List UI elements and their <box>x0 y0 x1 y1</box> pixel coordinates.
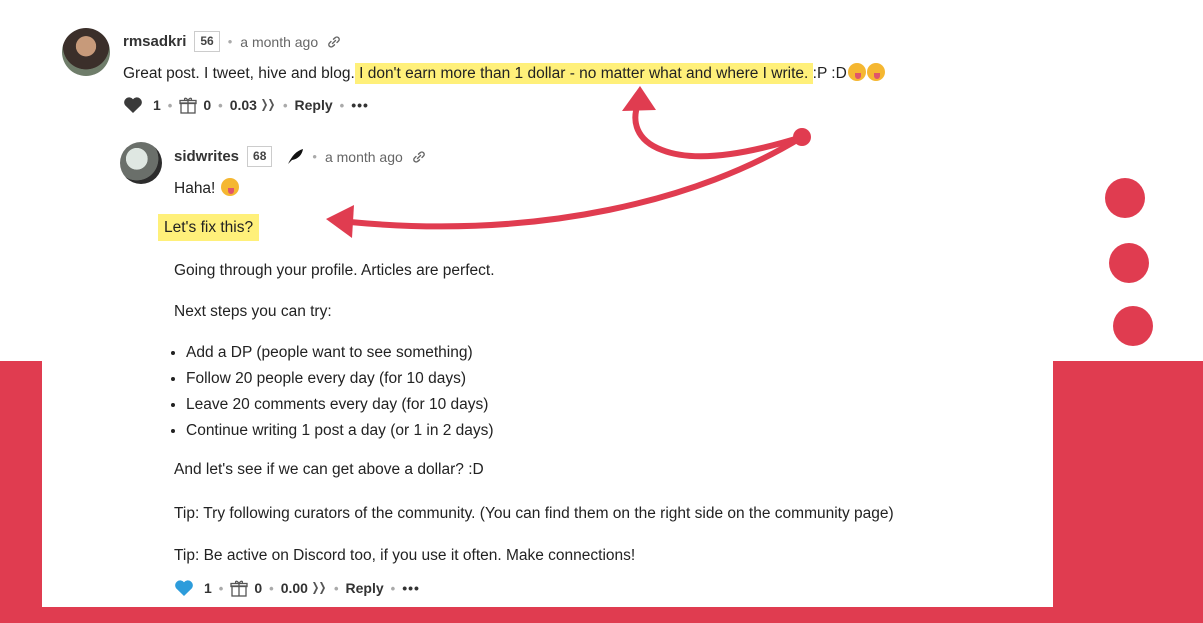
reply-greeting: Haha! <box>174 178 239 198</box>
tongue-wink-emoji-icon <box>220 178 239 196</box>
vote-count[interactable]: 1 <box>153 97 161 113</box>
avatar[interactable] <box>62 28 110 76</box>
separator: • <box>312 149 317 164</box>
gift-count: 0 <box>254 580 263 596</box>
list-item: Leave 20 comments every day (for 10 days… <box>186 392 494 418</box>
reply-header: sidwrites 68 • a month ago <box>174 146 427 167</box>
comment-body: Great post. I tweet, hive and blog. I do… <box>123 63 885 84</box>
payout-amount[interactable]: 0.00 <box>281 580 308 596</box>
separator: • <box>218 97 223 113</box>
quill-icon <box>288 148 304 164</box>
decorative-dot <box>1105 178 1145 218</box>
separator: • <box>227 34 233 49</box>
comment-text: Great post. I tweet, hive and blog. <box>123 65 355 82</box>
comment-header: rmsadkri 56 • a month ago <box>123 31 342 52</box>
hive-icon <box>312 582 325 594</box>
hive-icon <box>261 99 274 111</box>
payout-amount[interactable]: 0.03 <box>230 97 257 113</box>
reputation-badge: 56 <box>194 31 220 52</box>
permalink-icon[interactable] <box>326 34 342 50</box>
vote-count[interactable]: 1 <box>204 580 212 596</box>
reputation-badge: 68 <box>247 146 273 167</box>
decorative-dot <box>1109 243 1149 283</box>
reply-actions: 1 • 0 • 0.00 • Reply • ••• <box>174 579 420 597</box>
more-options-button[interactable]: ••• <box>351 97 369 113</box>
steps-list: Add a DP (people want to see something) … <box>164 340 494 444</box>
list-item: Continue writing 1 post a day (or 1 in 2… <box>186 418 494 444</box>
comment-actions: 1 • 0 • 0.03 • Reply • ••• <box>123 96 369 114</box>
permalink-icon[interactable] <box>411 149 427 165</box>
author-name[interactable]: sidwrites <box>174 148 239 165</box>
separator: • <box>167 97 173 113</box>
gift-count: 0 <box>203 97 212 113</box>
highlighted-question: Let's fix this? <box>158 214 260 241</box>
reply-paragraph: Going through your profile. Articles are… <box>174 262 495 279</box>
list-item: Follow 20 people every day (for 10 days) <box>186 366 494 392</box>
list-item: Add a DP (people want to see something) <box>186 340 494 366</box>
author-name[interactable]: rmsadkri <box>123 33 186 50</box>
highlighted-text: I don't earn more than 1 dollar - no mat… <box>354 63 813 84</box>
avatar[interactable] <box>120 142 162 184</box>
reply-paragraph: Tip: Try following curators of the commu… <box>174 505 894 522</box>
timestamp[interactable]: a month ago <box>325 149 403 165</box>
reply-paragraph: Tip: Be active on Discord too, if you us… <box>174 547 636 564</box>
separator: • <box>333 580 339 596</box>
reply-button[interactable]: Reply <box>295 97 333 113</box>
heart-icon[interactable] <box>123 96 143 114</box>
more-options-button[interactable]: ••• <box>402 580 420 596</box>
separator: • <box>282 97 288 113</box>
tongue-wink-emoji-icon <box>866 63 885 81</box>
comment-text-tail: :P :D <box>812 65 847 82</box>
gift-icon[interactable] <box>230 579 249 597</box>
heart-icon[interactable] <box>174 579 194 597</box>
gift-icon[interactable] <box>179 96 198 114</box>
separator: • <box>339 97 345 113</box>
greeting-text: Haha! <box>174 180 216 197</box>
separator: • <box>269 580 274 596</box>
decorative-dot <box>1113 306 1153 346</box>
reply-button[interactable]: Reply <box>346 580 384 596</box>
highlighted-text: Let's fix this? <box>158 214 260 241</box>
separator: • <box>218 580 224 596</box>
reply-paragraph: And let's see if we can get above a doll… <box>174 461 484 478</box>
separator: • <box>390 580 396 596</box>
reply-paragraph: Next steps you can try: <box>174 303 332 320</box>
tongue-emoji-icon <box>847 63 866 81</box>
timestamp[interactable]: a month ago <box>240 34 318 50</box>
